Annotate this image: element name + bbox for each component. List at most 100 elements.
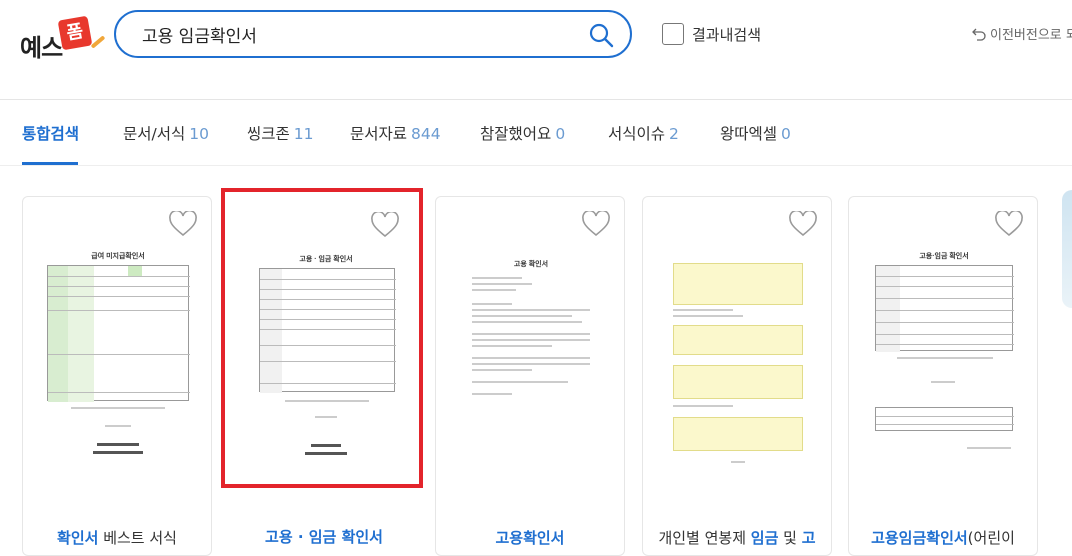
tab-count: 844 [411,125,441,143]
card-title[interactable]: 고용 · 임금 확인서 [229,526,419,547]
thumb-highlight-block [673,365,803,399]
thumb-table [875,407,1014,431]
search-icon[interactable] [588,22,614,48]
thumb-text-line [472,315,572,317]
title-pre: 개인별 연봉제 [658,529,751,547]
tab-count: 0 [555,125,566,143]
card-title[interactable]: 개인별 연봉제 임금 및 고 [643,527,831,548]
thumb-text-line [472,381,568,383]
undo-icon [972,28,986,41]
thumb-text-line [472,309,590,311]
result-card-selected[interactable]: 고용 · 임금 확인서 [221,188,423,488]
heart-icon[interactable] [169,211,197,237]
thumb-text-line [71,407,165,409]
result-card[interactable]: 급여 미지급확인서 확인서 베스트 서식 [22,196,212,556]
logo-badge: 폼 [57,15,93,51]
thumb-text-line [897,357,993,359]
card-title[interactable]: 고용임금확인서(어린이 [849,527,1037,548]
result-card[interactable]: 고용·임금 확인서 고용임금확인서(어린이 [848,196,1038,556]
tab-label: 문서/서식 [123,125,186,143]
result-card[interactable]: 개인별 연봉제 임금 및 고 [642,196,832,556]
thumb-text-line [97,443,139,446]
prev-version-label: 이전버전으로 되 [990,28,1072,43]
thumb-text-line [105,425,131,427]
header: 예스 폼 결과내검색 이전버전으로 되 [0,0,1072,100]
thumb-text-line [673,309,733,311]
search-box [114,10,632,58]
thumb-title: 고용·임금 확인서 [919,253,969,260]
heart-icon[interactable] [789,211,817,237]
tab-thinkzone[interactable]: 씽크존 11 [247,122,314,144]
result-card[interactable]: 고용 확인서 고용확인서 [435,196,625,556]
thumb-text-line [285,400,369,402]
tab-count: 10 [189,125,209,143]
tab-label: 씽크존 [247,125,290,143]
tab-label: 통합검색 [22,125,80,143]
thumb-text-line [673,405,733,407]
in-result-checkbox[interactable] [662,23,684,45]
card-title[interactable]: 고용확인서 [436,527,624,548]
thumb-text-line [472,333,590,335]
title-rest: (어린이 [967,529,1015,547]
search-input[interactable] [142,20,562,48]
thumb-text-line [472,303,512,305]
thumb-text-line [472,369,532,371]
thumb-highlight-block [673,263,803,305]
title-highlight: 고용확인서 [495,529,565,547]
thumb-table [875,265,1014,352]
document-thumbnail: 고용 확인서 [454,247,608,467]
tab-count: 0 [781,125,791,143]
thumb-title: 고용 확인서 [513,261,549,268]
thumb-text-line [472,363,590,365]
thumb-text-line [472,339,590,341]
document-thumbnail [661,247,815,467]
thumb-text-line [967,447,1011,449]
thumb-title: 고용 · 임금 확인서 [299,256,353,263]
heart-icon[interactable] [995,211,1023,237]
title-rest: 베스트 서식 [98,529,177,547]
thumb-text-line [472,357,590,359]
thumb-title: 급여 미지급확인서 [91,253,145,260]
thumb-table [47,265,190,402]
tab-label: 왕따엑셀 [720,125,778,143]
title-highlight: 고용 · 임금 확인서 [265,528,383,546]
logo-pen-icon [90,35,106,49]
thumb-text-line [472,277,522,279]
tab-bar: 통합검색 문서/서식 10 씽크존 11 문서자료 844 참잘했어요 0 서식이슈 2 … [0,100,1072,166]
thumb-text-line [472,321,582,323]
thumb-text-line [315,416,337,418]
title-highlight: 고용임금확인서 [871,529,968,547]
tab-form-issue[interactable]: 서식이슈 2 [608,122,679,144]
thumb-highlight-block [673,417,803,451]
tab-label: 문서자료 [350,125,408,143]
thumb-text-line [305,452,347,455]
thumb-text-line [93,451,143,454]
tab-materials[interactable]: 문서자료 844 [350,122,441,144]
heart-icon[interactable] [371,212,399,238]
tabs-divider [0,165,1072,166]
tab-count: 11 [293,125,314,143]
thumb-text-line [472,283,532,285]
next-card-peek[interactable] [1062,190,1072,308]
title-highlight: 확인서 [57,529,99,547]
yesform-logo[interactable]: 예스 폼 [20,15,106,62]
tab-integrated[interactable]: 통합검색 [22,122,79,144]
thumb-text-line [731,461,745,463]
title-mid: 및 [778,529,802,547]
heart-icon[interactable] [582,211,610,237]
logo-text: 예스 [20,34,63,62]
in-result-label: 결과내검색 [692,25,762,44]
thumb-text-line [472,393,512,395]
tab-count: 2 [669,125,679,143]
tab-excel[interactable]: 왕따엑셀 0 [720,122,791,144]
card-title[interactable]: 확인서 베스트 서식 [23,527,211,548]
tab-welldone[interactable]: 참잘했어요 0 [480,122,565,144]
prev-version-link[interactable]: 이전버전으로 되 [972,24,1072,43]
thumb-table [259,268,396,393]
tab-documents[interactable]: 문서/서식 10 [123,122,209,144]
in-result-search[interactable]: 결과내검색 [662,22,761,46]
tab-label: 서식이슈 [608,125,666,143]
thumb-text-line [311,444,341,447]
tab-label: 참잘했어요 [480,125,552,143]
thumb-text-line [931,381,955,383]
